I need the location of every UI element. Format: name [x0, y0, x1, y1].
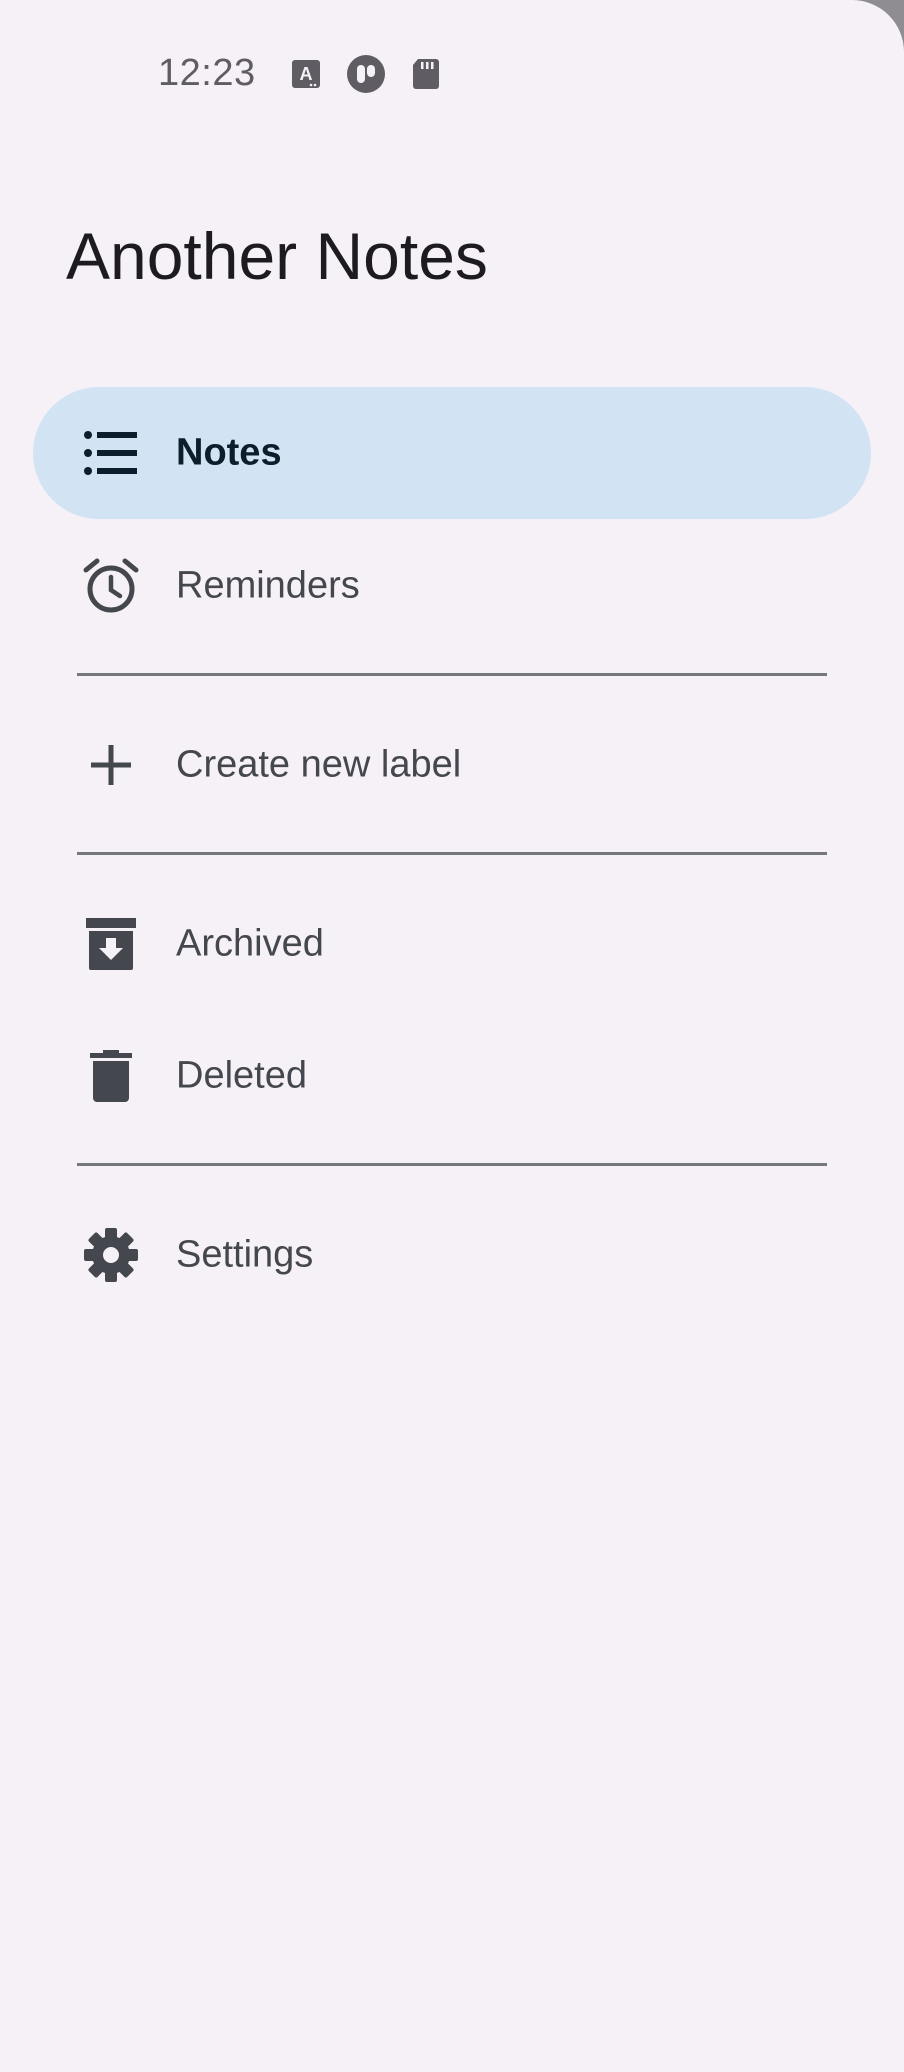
font-a-icon: A — [288, 56, 324, 92]
nav-item-archived[interactable]: Archived — [33, 878, 871, 1010]
status-time: 12:23 — [158, 52, 256, 94]
nav-item-deleted[interactable]: Deleted — [33, 1010, 871, 1142]
divider — [77, 852, 827, 855]
nav-item-create-label[interactable]: Create new label — [33, 699, 871, 831]
nav-item-label: Create new label — [176, 743, 462, 786]
gear-icon — [81, 1225, 141, 1285]
nav-item-label: Deleted — [176, 1054, 307, 1097]
divider — [77, 673, 827, 676]
status-bar: 12:23 A — [0, 0, 904, 150]
drawer-title: Another Notes — [66, 219, 488, 293]
nav-item-label: Notes — [176, 431, 282, 474]
trash-icon — [81, 1046, 141, 1106]
list-icon — [81, 423, 141, 483]
screen: 12:23 A Another Notes Notes Reminders Cr… — [0, 0, 904, 2072]
nav-item-label: Settings — [176, 1233, 314, 1276]
record-icon — [346, 54, 386, 94]
plus-icon — [81, 735, 141, 795]
nav-item-reminders[interactable]: Reminders — [33, 520, 871, 652]
archive-icon — [81, 914, 141, 974]
divider — [77, 1163, 827, 1166]
nav-item-label: Archived — [176, 922, 324, 965]
nav-item-notes[interactable]: Notes — [33, 387, 871, 519]
nav-item-label: Reminders — [176, 564, 360, 607]
nav-item-settings[interactable]: Settings — [33, 1189, 871, 1321]
sd-card-icon — [408, 56, 444, 92]
navigation-drawer: 12:23 A Another Notes Notes Reminders Cr… — [0, 0, 904, 2072]
alarm-icon — [81, 556, 141, 616]
svg-text:A: A — [300, 64, 313, 84]
